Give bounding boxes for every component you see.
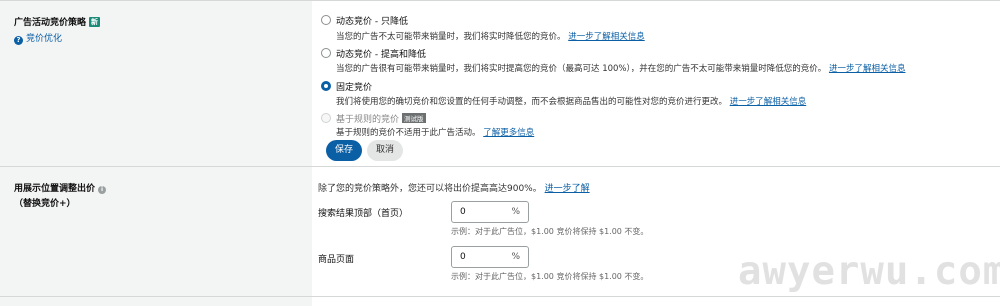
placement-label-text: 用展示位置调整出价 xyxy=(14,184,96,194)
option-fixed-bids-title: 固定竞价 xyxy=(336,83,373,93)
bidding-strategy-label-text: 广告活动竞价策略 xyxy=(14,18,87,28)
placement-intro-text: 除了您的竞价策略外，您还可以将出价提高高达900%。 xyxy=(318,184,542,194)
option-dynamic-up-down-learn-more[interactable]: 进一步了解相关信息 xyxy=(829,64,906,74)
cancel-button[interactable]: 取消 xyxy=(367,140,403,161)
radio-fixed-bids[interactable] xyxy=(321,81,331,91)
product-page-label: 商品页面 xyxy=(318,255,355,265)
beta-badge: 测试版 xyxy=(402,113,426,123)
option-dynamic-down-learn-more[interactable]: 进一步了解相关信息 xyxy=(568,32,645,42)
option-dynamic-up-down-title: 动态竞价 - 提高和降低 xyxy=(336,50,426,60)
info-icon[interactable]: i xyxy=(98,186,107,194)
watermark: awyerwu.com xyxy=(738,249,1000,294)
help-icon: ? xyxy=(14,36,23,45)
option-dynamic-up-down-desc: 当您的广告很有可能带来销量时，我们将实时提高您的竞价（最高可达 100%），并在… xyxy=(336,62,905,74)
radio-dynamic-down[interactable] xyxy=(321,15,331,25)
save-button[interactable]: 保存 xyxy=(326,140,362,161)
top-divider xyxy=(0,0,1000,1)
product-page-hint: 示例：对于此广告位，$1.00 竞价将保持 $1.00 不变。 xyxy=(451,272,649,281)
top-of-search-input[interactable]: 0 % xyxy=(451,201,529,223)
option-dynamic-down-desc-text: 当您的广告不太可能带来销量时，我们将实时降低您的竞价。 xyxy=(336,32,566,42)
placement-intro: 除了您的竞价策略外，您还可以将出价提高高达900%。 进一步了解 xyxy=(318,181,590,194)
percent-unit: % xyxy=(511,207,520,217)
bid-optimization-link[interactable]: ? 竞价优化 xyxy=(14,31,62,45)
placement-sublabel: （替换竞价+） xyxy=(14,199,76,209)
radio-dynamic-up-down[interactable] xyxy=(321,48,331,58)
option-rule-based-title: 基于规则的竞价 测试版 xyxy=(336,112,426,125)
new-badge: 新 xyxy=(89,17,101,27)
bid-optimization-link-text[interactable]: 竞价优化 xyxy=(26,34,62,44)
option-rule-based-desc-text: 基于规则的竞价不适用于此广告活动。 xyxy=(336,128,481,138)
option-rule-based-learn-more[interactable]: 了解更多信息 xyxy=(483,128,534,138)
option-dynamic-down-title: 动态竞价 - 只降低 xyxy=(336,17,408,27)
placement-label: 用展示位置调整出价 i xyxy=(14,181,107,194)
bottom-divider xyxy=(0,296,1000,297)
product-page-value[interactable]: 0 xyxy=(460,252,466,262)
option-fixed-bids-learn-more[interactable]: 进一步了解相关信息 xyxy=(730,97,807,107)
top-of-search-value[interactable]: 0 xyxy=(460,207,466,217)
top-of-search-hint: 示例：对于此广告位，$1.00 竞价将保持 $1.00 不变。 xyxy=(451,227,649,236)
option-dynamic-down-desc: 当您的广告不太可能带来销量时，我们将实时降低您的竞价。 进一步了解相关信息 xyxy=(336,30,645,42)
option-fixed-bids-desc: 我们将使用您的确切竞价和您设置的任何手动调整，而不会根据商品售出的可能性对您的竞… xyxy=(336,95,806,107)
section-divider xyxy=(0,166,1000,167)
label-column xyxy=(0,0,312,306)
radio-rule-based xyxy=(321,113,331,123)
placement-learn-more[interactable]: 进一步了解 xyxy=(545,184,590,194)
option-dynamic-up-down-desc-text: 当您的广告很有可能带来销量时，我们将实时提高您的竞价（最高可达 100%），并在… xyxy=(336,64,827,74)
option-rule-based-title-text: 基于规则的竞价 xyxy=(336,115,400,125)
product-page-input[interactable]: 0 % xyxy=(451,246,529,268)
option-rule-based-desc: 基于规则的竞价不适用于此广告活动。 了解更多信息 xyxy=(336,126,534,138)
percent-unit: % xyxy=(511,252,520,262)
top-of-search-label: 搜索结果顶部（首页） xyxy=(318,209,409,219)
option-fixed-bids-desc-text: 我们将使用您的确切竞价和您设置的任何手动调整，而不会根据商品售出的可能性对您的竞… xyxy=(336,97,728,107)
bidding-strategy-label: 广告活动竞价策略新 xyxy=(14,15,101,28)
